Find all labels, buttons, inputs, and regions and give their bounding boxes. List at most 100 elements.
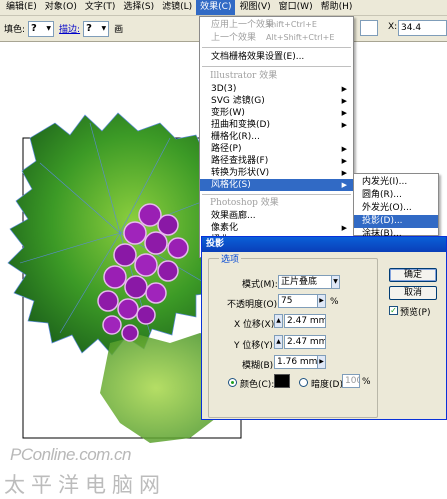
x-offset-input[interactable]: 2.47 mm [284,314,326,328]
darkness-unit: % [362,377,371,387]
menu-item-label: 文档栅格效果设置(E)... [211,52,305,62]
blur-label: 模糊(B): [242,361,277,371]
chevron-right-icon[interactable]: ▶ [317,355,326,369]
menu-item-label: 效果画廊... [211,211,256,221]
watermark-chinese: 太平洋电脑网 [4,473,166,497]
menu-item-document-raster-settings[interactable]: 文档栅格效果设置(E)... [200,51,353,63]
color-label: 颜色(C): [240,380,275,390]
menu-item-label: 风格化(S) [211,180,251,190]
stroke-label[interactable]: 描边: [59,22,80,35]
menu-item-label: SVG 滤镜(G) [211,96,265,106]
menu-item-label: 扭曲和变换(D) [211,120,270,130]
submenu-item-drop-shadow[interactable]: 投影(D)... [354,215,438,228]
opacity-input[interactable]: 75 [278,294,322,308]
dropdown-arrow-icon: ▼ [46,25,52,32]
submenu-arrow-icon: ▶ [341,109,347,117]
chevron-down-icon[interactable]: ▼ [331,275,340,289]
darkness-radio[interactable] [299,378,308,387]
menu-item-pathfinder[interactable]: 路径查找器(F) ▶ [200,155,353,167]
menu-separator [202,66,351,67]
menu-separator [202,194,351,195]
darkness-input[interactable]: 100 [342,374,360,388]
options-group-title: 选项 [219,252,242,265]
submenu-arrow-icon: ▶ [341,145,347,153]
ok-button[interactable]: 确定 [389,268,437,282]
submenu-arrow-icon: ▶ [341,97,347,105]
cancel-button[interactable]: 取消 [389,286,437,300]
menu-item-convert-to-shape[interactable]: 转换为形状(V) ▶ [200,167,353,179]
blur-input[interactable]: 1.76 mm [274,355,318,369]
menu-bar: 编辑(E) 对象(O) 文字(T) 选择(S) 滤镜(L) 效果(C) 视图(V… [0,0,447,16]
stepper-icon[interactable]: ▲ [274,335,283,349]
brush-label: 画 [114,25,124,35]
shortcut-text: Alt+Shift+Ctrl+E [266,33,335,42]
dropdown-arrow-icon: ▼ [101,25,107,32]
menu-item-pixelate[interactable]: 像素化 ▶ [200,222,353,234]
menu-item-last-effect[interactable]: 上一个效果 Alt+Shift+Ctrl+E [200,32,353,44]
menu-select[interactable]: 选择(S) [119,0,158,15]
opacity-dropdown[interactable] [360,20,378,36]
menu-item-label: 转换为形状(V) [211,168,270,178]
opacity-unit: % [330,297,339,307]
menu-item-effect-gallery[interactable]: 效果画廊... [200,210,353,222]
menu-item-label: 应用上一个效果 [211,20,275,30]
fill-label: 填色: [4,25,26,35]
y-offset-label: Y 位移(Y): [234,341,276,351]
x-position-field[interactable]: 34.4 [398,20,447,36]
menu-item-warp[interactable]: 变形(W) ▶ [200,107,353,119]
menu-view[interactable]: 视图(V) [235,0,274,15]
menu-edit[interactable]: 编辑(E) [2,0,41,15]
submenu-arrow-icon: ▶ [341,157,347,165]
shadow-color-swatch[interactable] [274,374,290,388]
menu-item-label: 像素化 [211,223,239,233]
drop-shadow-dialog: 投影 选项 模式(M): 正片叠底 ▼ 不透明度(O): 75 ▶ % X 位移… [201,236,447,420]
menu-item-svg-filter[interactable]: SVG 滤镜(G) ▶ [200,95,353,107]
stroke-swatch[interactable]: ? ▼ [83,20,110,37]
menu-type[interactable]: 文字(T) [81,0,120,15]
submenu-item-inner-glow[interactable]: 内发光(I)... [354,176,438,189]
menu-item-label: 路径查找器(F) [211,156,269,166]
submenu-item-round-corners[interactable]: 圆角(R)... [354,189,438,202]
menu-window[interactable]: 窗口(W) [275,0,317,15]
opacity-label: 不透明度(O): [227,300,281,310]
menu-item-3d[interactable]: 3D(3) ▶ [200,83,353,95]
dialog-title[interactable]: 投影 [202,237,446,252]
menu-header-photoshop: Photoshop 效果 [210,198,279,208]
menu-help[interactable]: 帮助(H) [317,0,357,15]
submenu-arrow-icon: ▶ [341,169,347,177]
effect-menu: 应用上一个效果 Shift+Ctrl+E 上一个效果 Alt+Shift+Ctr… [199,16,354,258]
preview-label: 预览(P) [400,308,431,318]
menu-header-illustrator: Illustrator 效果 [210,71,278,81]
y-offset-input[interactable]: 2.47 mm [284,335,326,349]
x-offset-label: X 位移(X): [234,320,278,330]
shortcut-text: Shift+Ctrl+E [266,20,317,29]
x-label: X: [388,22,398,32]
fill-value: ? [31,23,37,34]
menu-item-label: 变形(W) [211,108,245,118]
darkness-label: 暗度(D): [311,380,346,390]
menu-item-rasterize[interactable]: 栅格化(R)... [200,131,353,143]
menu-item-path[interactable]: 路径(P) ▶ [200,143,353,155]
preview-checkbox[interactable]: ✓ [389,306,398,315]
menu-item-label: 上一个效果 [211,33,257,43]
watermark-pconline: PConline.com.cn [10,445,132,464]
color-radio[interactable] [228,378,237,387]
chevron-right-icon[interactable]: ▶ [317,294,326,308]
submenu-item-outer-glow[interactable]: 外发光(O)... [354,202,438,215]
menu-effect[interactable]: 效果(C) [196,0,236,15]
menu-item-apply-last-effect[interactable]: 应用上一个效果 Shift+Ctrl+E [200,19,353,31]
menu-object[interactable]: 对象(O) [41,0,81,15]
fill-swatch[interactable]: ? ▼ [28,20,55,37]
mode-label: 模式(M): [242,280,278,290]
menu-filter[interactable]: 滤镜(L) [158,0,196,15]
stepper-icon[interactable]: ▲ [274,314,283,328]
menu-separator [202,47,351,48]
stroke-value: ? [86,23,92,34]
submenu-arrow-icon: ▶ [341,224,347,232]
menu-item-label: 栅格化(R)... [211,132,260,142]
submenu-arrow-icon: ▶ [341,181,347,189]
stylize-submenu: 内发光(I)... 圆角(R)... 外发光(O)... 投影(D)... 涂抹… [353,173,439,239]
menu-item-label: 3D(3) [211,84,237,94]
menu-item-distort-transform[interactable]: 扭曲和变换(D) ▶ [200,119,353,131]
menu-item-stylize[interactable]: 风格化(S) ▶ [200,179,353,191]
